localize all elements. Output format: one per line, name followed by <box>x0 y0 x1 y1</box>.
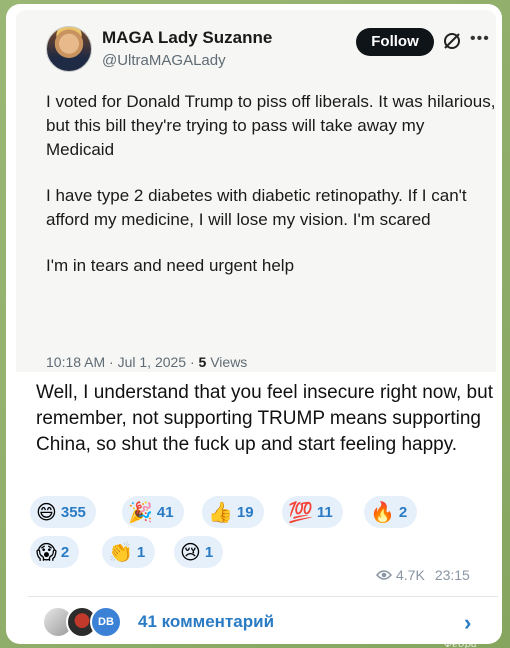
hundred-points-icon: 💯 <box>288 500 313 524</box>
clapping-hands-icon: 👏 <box>108 540 133 564</box>
reaction-count: 41 <box>156 503 174 521</box>
reaction-thumbs-up[interactable]: 👍 19 <box>202 496 264 528</box>
reaction-count: 2 <box>398 503 408 521</box>
screaming-face-icon: 😱 <box>36 540 57 564</box>
tweet-timestamp: 10:18 AM · Jul 1, 2025 · <box>46 354 195 370</box>
crying-face-icon: 😢 <box>180 540 201 564</box>
reaction-count: 355 <box>60 503 86 521</box>
comments-button[interactable]: DB 41 комментарий › <box>28 600 498 644</box>
reaction-count: 2 <box>60 543 70 561</box>
tweet-body: I voted for Donald Trump to piss off lib… <box>46 90 496 300</box>
reaction-grinning[interactable]: 😄 355 <box>30 496 96 528</box>
tweet-paragraph: I'm in tears and need urgent help <box>46 256 295 275</box>
eye-icon <box>376 570 392 580</box>
tweet-paragraph: I have type 2 diabetes with diabetic ret… <box>46 186 467 229</box>
tweet-display-name[interactable]: MAGA Lady Suzanne <box>102 28 272 48</box>
reaction-count: 1 <box>136 543 146 561</box>
avatar: DB <box>90 606 122 638</box>
tweet-screenshot[interactable]: MAGA Lady Suzanne @UltraMAGALady Follow … <box>16 10 496 372</box>
tweet-meta: 10:18 AM · Jul 1, 2025 · 5 Views <box>46 354 247 370</box>
tweet-views-label: Views <box>210 354 248 370</box>
views-count: 4.7K <box>396 567 425 583</box>
watermark: Харків Федра <box>444 628 479 648</box>
tweet-paragraph: I voted for Donald Trump to piss off lib… <box>46 92 496 159</box>
reaction-count: 19 <box>236 503 254 521</box>
reaction-clap[interactable]: 👏 1 <box>102 536 156 568</box>
reaction-count: 11 <box>316 503 333 521</box>
reaction-hundred[interactable]: 💯 11 <box>282 496 343 528</box>
reaction-party[interactable]: 🎉 41 <box>122 496 184 528</box>
avatar[interactable] <box>46 26 92 72</box>
tweet-handle[interactable]: @UltraMAGALady <box>102 52 226 69</box>
reaction-fire[interactable]: 🔥 2 <box>364 496 418 528</box>
more-options-icon[interactable]: ••• <box>470 30 490 48</box>
reaction-cry[interactable]: 😢 1 <box>174 536 224 568</box>
message-footer: 4.7K 23:15 <box>376 567 470 583</box>
message-text: Well, I understand that you feel insecur… <box>36 382 493 455</box>
fire-icon: 🔥 <box>370 500 395 524</box>
thumbs-up-icon: 👍 <box>208 500 233 524</box>
message-bubble[interactable]: MAGA Lady Suzanne @UltraMAGALady Follow … <box>6 4 502 644</box>
follow-button[interactable]: Follow <box>356 28 434 56</box>
divider <box>28 596 498 597</box>
grinning-sweat-icon: 😄 <box>36 500 57 524</box>
reaction-scream[interactable]: 😱 2 <box>30 536 80 568</box>
reaction-count: 1 <box>204 543 214 561</box>
comments-label[interactable]: 41 комментарий <box>138 612 274 632</box>
message-time: 23:15 <box>434 567 470 583</box>
tweet-views-count: 5 <box>198 354 207 370</box>
party-popper-icon: 🎉 <box>128 500 153 524</box>
grok-icon[interactable] <box>441 30 463 52</box>
